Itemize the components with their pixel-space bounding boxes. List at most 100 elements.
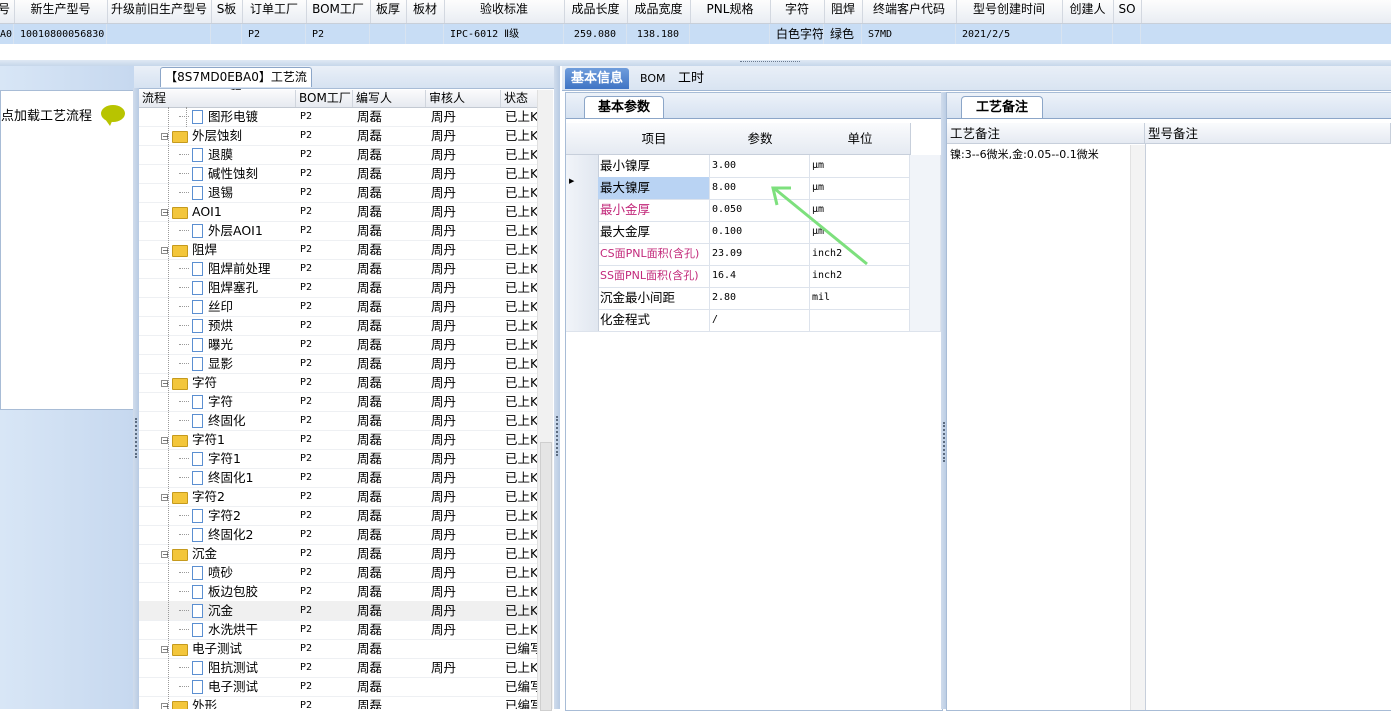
param-item-cell[interactable]: CS面PNL面积(含孔) [598, 243, 710, 265]
process-bom-cell[interactable]: P2 [300, 316, 350, 335]
model-memo-cell[interactable] [1145, 144, 1391, 710]
process-writer-cell[interactable]: 周磊 [357, 639, 427, 658]
model-col-header[interactable]: 升级前旧生产型号 [107, 0, 212, 23]
param-row[interactable]: 最大金厚 0.100 μm [566, 221, 941, 244]
process-bom-cell[interactable]: P2 [300, 658, 350, 677]
middle-splitter[interactable] [554, 66, 560, 709]
param-row[interactable]: 最小镍厚 3.00 μm [566, 155, 941, 178]
process-step-name[interactable]: 终固化2 [179, 525, 296, 544]
model-col-header[interactable]: BOM工厂 [306, 0, 371, 23]
col-param[interactable]: 参数 [710, 123, 811, 155]
model-col-header[interactable]: PNL规格 [690, 0, 771, 23]
process-bom-cell[interactable]: P2 [300, 582, 350, 601]
process-step-name[interactable]: 喷砂 [179, 563, 296, 582]
collapse-icon[interactable]: − [161, 380, 169, 388]
collapse-icon[interactable]: − [161, 209, 169, 217]
process-bom-cell[interactable]: P2 [300, 639, 350, 658]
process-step-name[interactable]: 字符1 [179, 449, 296, 468]
process-writer-cell[interactable]: 周磊 [357, 297, 427, 316]
process-step-name[interactable]: 碱性蚀刻 [179, 164, 296, 183]
model-cell[interactable]: A0 [0, 24, 14, 44]
row-header[interactable] [566, 155, 599, 177]
row-header[interactable] [566, 199, 599, 221]
process-writer-cell[interactable]: 周磊 [357, 335, 427, 354]
process-bom-cell[interactable]: P2 [300, 601, 350, 620]
process-bom-cell[interactable]: P2 [300, 354, 350, 373]
collapse-icon[interactable]: − [161, 247, 169, 255]
process-writer-cell[interactable]: 周磊 [357, 373, 427, 392]
process-bom-cell[interactable]: P2 [300, 126, 350, 145]
process-step-name[interactable]: 阻焊塞孔 [179, 278, 296, 297]
model-col-header[interactable]: 板材 [406, 0, 445, 23]
model-cell[interactable] [1062, 24, 1113, 44]
process-tree-row[interactable]: − AOI1 P2 周磊 周丹 已上K [139, 202, 539, 222]
process-bom-cell[interactable]: P2 [300, 544, 350, 563]
param-value-cell[interactable]: 2.80 [710, 287, 810, 309]
model-col-header[interactable]: 订单工厂 [242, 0, 307, 23]
tab-basic-params[interactable]: 基本参数 [584, 96, 664, 118]
process-reviewer-cell[interactable] [431, 639, 501, 658]
process-step-name[interactable]: − 字符1 [161, 430, 296, 449]
process-writer-cell[interactable]: 周磊 [357, 563, 427, 582]
process-tree-row[interactable]: 图形电镀 P2 周磊 周丹 已上K [139, 107, 539, 127]
process-tree-row[interactable]: − 电子测试 P2 周磊 已编写 [139, 639, 543, 659]
collapse-icon[interactable]: − [161, 133, 169, 141]
process-tree-row[interactable]: 退锡 P2 周磊 周丹 已上K [139, 183, 539, 203]
process-bom-cell[interactable]: P2 [300, 107, 350, 126]
process-tree-row[interactable]: 字符1 P2 周磊 周丹 已上K [139, 449, 539, 469]
process-tree-row[interactable]: 沉金 P2 周磊 周丹 已上K [139, 601, 539, 621]
process-step-name[interactable]: 显影 [179, 354, 296, 373]
process-bom-cell[interactable]: P2 [300, 221, 350, 240]
process-writer-cell[interactable]: 周磊 [357, 164, 427, 183]
process-step-name[interactable]: 字符2 [179, 506, 296, 525]
collapse-icon[interactable]: − [161, 437, 169, 445]
model-cell[interactable] [107, 24, 211, 44]
process-writer-cell[interactable]: 周磊 [357, 487, 427, 506]
process-reviewer-cell[interactable]: 周丹 [431, 335, 501, 354]
process-step-name[interactable]: − 字符2 [161, 487, 296, 506]
param-item-cell[interactable]: 化金程式 [598, 309, 710, 331]
process-step-name[interactable]: − 外形 [161, 696, 296, 709]
param-item-cell[interactable]: 最小金厚 [598, 199, 710, 221]
row-header[interactable] [566, 309, 599, 331]
process-reviewer-cell[interactable]: 周丹 [431, 221, 501, 240]
process-step-name[interactable]: 外层AOI1 [179, 221, 296, 240]
param-unit-cell[interactable]: inch2 [810, 243, 910, 265]
process-bom-cell[interactable]: P2 [300, 468, 350, 487]
process-bom-cell[interactable]: P2 [300, 411, 350, 430]
row-header[interactable]: ▶ [566, 177, 599, 199]
process-bom-cell[interactable]: P2 [300, 449, 350, 468]
collapse-icon[interactable]: − [161, 494, 169, 502]
process-tree-row[interactable]: − 阻焊 P2 周磊 周丹 已上K [139, 240, 539, 260]
process-tree-row[interactable]: − 字符1 P2 周磊 周丹 已上K [139, 430, 539, 450]
process-reviewer-cell[interactable]: 周丹 [431, 411, 501, 430]
process-tree-row[interactable]: 终固化1 P2 周磊 周丹 已上K [139, 468, 539, 488]
process-bom-cell[interactable]: P2 [300, 487, 350, 506]
process-writer-cell[interactable]: 周磊 [357, 202, 427, 221]
process-writer-cell[interactable]: 周磊 [357, 221, 427, 240]
param-row[interactable]: CS面PNL面积(含孔) 23.09 inch2 [566, 243, 941, 266]
process-bom-cell[interactable]: P2 [300, 677, 350, 696]
process-reviewer-cell[interactable]: 周丹 [431, 563, 501, 582]
param-unit-cell[interactable]: μm [810, 155, 910, 177]
process-step-name[interactable]: 板边包胶 [179, 582, 296, 601]
tree-scroll-thumb[interactable] [540, 442, 552, 711]
process-step-name[interactable]: − AOI1 [161, 202, 296, 221]
process-step-name[interactable]: 丝印 [179, 297, 296, 316]
param-item-cell[interactable]: 最大镍厚 [598, 177, 710, 199]
process-tree-grid[interactable]: 流程 BOM工厂 编写人 审核人 状态 图形电镀 P2 周磊 周丹 已上K − 外层蚀刻 P2… [139, 90, 552, 709]
process-writer-cell[interactable]: 周磊 [357, 107, 427, 126]
process-writer-cell[interactable]: 周磊 [357, 468, 427, 487]
process-writer-cell[interactable]: 周磊 [357, 240, 427, 259]
process-bom-cell[interactable]: P2 [300, 259, 350, 278]
model-grid-row[interactable]: A0 10010800056830 P2 P2 IPC-6012 Ⅱ级 259.080 13… [0, 24, 1391, 44]
model-cell[interactable] [211, 24, 242, 44]
param-row[interactable]: 最小金厚 0.050 μm [566, 199, 941, 222]
model-cell[interactable]: 白色字符 [770, 24, 824, 44]
model-col-header[interactable]: 号 [0, 0, 15, 23]
model-col-header[interactable]: 成品长度 [564, 0, 628, 23]
param-value-cell[interactable]: 0.100 [710, 221, 810, 243]
process-bom-cell[interactable]: P2 [300, 392, 350, 411]
process-reviewer-cell[interactable]: 周丹 [431, 468, 501, 487]
process-reviewer-cell[interactable]: 周丹 [431, 449, 501, 468]
